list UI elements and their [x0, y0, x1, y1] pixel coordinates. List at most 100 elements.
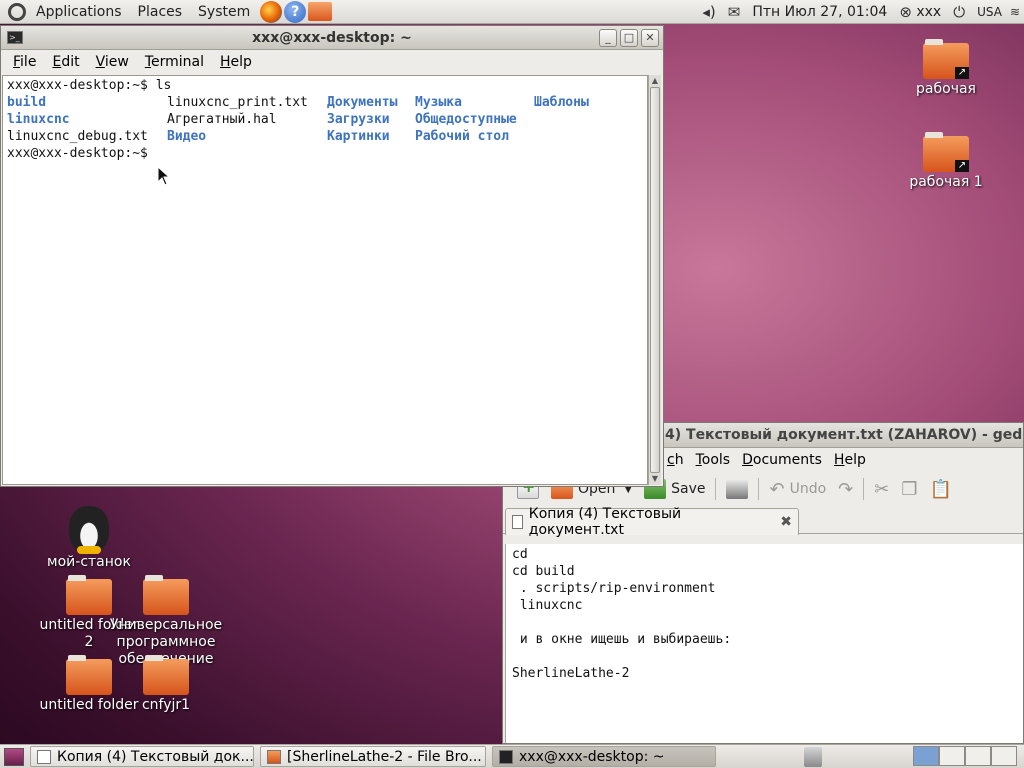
- ls-entry: Музыка: [415, 95, 462, 110]
- close-icon[interactable]: ✕: [641, 29, 659, 47]
- top-panel: Applications Places System ? ◂) ✉ Птн Ию…: [0, 0, 1024, 24]
- terminal-menu-help[interactable]: Help: [212, 54, 260, 70]
- workspace-4[interactable]: [991, 746, 1017, 766]
- workspace-switcher: [913, 746, 1017, 766]
- mouse-cursor-icon: [157, 166, 171, 186]
- undo-button[interactable]: ↶ Undo: [763, 479, 832, 500]
- text-line: [512, 614, 1023, 631]
- power-icon[interactable]: ⏻: [947, 3, 971, 21]
- applications-menu[interactable]: Applications: [28, 4, 130, 20]
- toolbar-separator: [715, 478, 717, 500]
- taskbar-item-gedit[interactable]: Копия (4) Текстовый док...: [30, 746, 254, 767]
- paste-icon[interactable]: 📋: [923, 479, 957, 500]
- mail-icon[interactable]: ✉: [722, 3, 747, 21]
- gedit-menu-help[interactable]: Help: [828, 452, 872, 468]
- system-menu[interactable]: System: [190, 4, 258, 20]
- ls-entry: Рабочий стол: [415, 129, 509, 144]
- ls-entry: Агрегатный.hal: [167, 112, 277, 127]
- ls-entry: Видео: [167, 129, 207, 144]
- window-controls: _ □ ✕: [599, 29, 659, 47]
- terminal-menu-file[interactable]: File: [5, 54, 44, 70]
- ls-entry: Картинки: [327, 129, 390, 144]
- terminal-titlebar[interactable]: >_ xxx@xxx-desktop: ~ _ □ ✕: [1, 26, 663, 50]
- copy-icon[interactable]: ❐: [895, 479, 923, 500]
- gedit-tab-row: Копия (4) Текстовый документ.txt ✖: [503, 506, 1023, 538]
- text-line: [512, 648, 1023, 665]
- taskbar-item-file-browser[interactable]: [SherlineLathe-2 - File Bro...: [260, 746, 486, 767]
- document-icon: [512, 515, 523, 529]
- help-icon[interactable]: ?: [284, 0, 307, 23]
- workspace-3[interactable]: [965, 746, 991, 766]
- document-tab-label: Копия (4) Текстовый документ.txt: [528, 506, 682, 538]
- taskbar-item-label: [SherlineLathe-2 - File Bro...: [287, 748, 482, 765]
- text-line: . scripts/rip-environment: [512, 581, 716, 596]
- user-name: xxx: [916, 4, 942, 20]
- gedit-menu-search[interactable]: ch: [661, 452, 690, 468]
- scrollbar-thumb[interactable]: [650, 87, 660, 473]
- network-icon[interactable]: ≋: [1004, 5, 1024, 19]
- ubuntu-logo-icon[interactable]: [8, 2, 26, 21]
- ls-entry: linuxcnc_print.txt: [167, 95, 308, 110]
- user-menu[interactable]: ⊗ xxx: [893, 3, 947, 21]
- desktop-icon-rabochaya[interactable]: ↗ рабочая: [891, 39, 1001, 98]
- terminal-scrollbar[interactable]: ▲ ▼: [648, 75, 661, 485]
- taskbar-item-label: xxx@xxx-desktop: ~: [519, 748, 665, 765]
- terminal-menu-terminal[interactable]: Terminal: [137, 54, 212, 70]
- desktop-icon-label: рабочая 1: [909, 174, 983, 190]
- workspace-2[interactable]: [939, 746, 965, 766]
- ls-output: build linuxcnc_print.txt Документы Музык…: [7, 94, 647, 145]
- ls-entry: Загрузки: [327, 112, 390, 127]
- cut-icon[interactable]: ✂: [868, 479, 895, 500]
- prompt-line: xxx@xxx-desktop:~$: [7, 146, 148, 161]
- gedit-text-area[interactable]: cd cd build . scripts/rip-environment li…: [505, 544, 1023, 743]
- desktop-icon-cnfyjr1[interactable]: cnfyjr1: [111, 655, 221, 714]
- desktop-icon-label: cnfyjr1: [141, 697, 191, 713]
- print-button[interactable]: [720, 479, 754, 499]
- folder-link-icon: ↗: [923, 39, 969, 79]
- desktop-icon-label: рабочая: [916, 81, 976, 97]
- desktop-icon-rabochaya-1[interactable]: ↗ рабочая 1: [891, 132, 1001, 191]
- penguin-icon: [69, 506, 109, 554]
- text-line: и в окне ищешь и выбираешь:: [512, 632, 732, 647]
- ls-entry: build: [7, 95, 47, 110]
- show-desktop-button[interactable]: [4, 747, 24, 766]
- firefox-icon[interactable]: [260, 0, 283, 23]
- ls-entry: Документы: [327, 95, 398, 110]
- gedit-menu-documents[interactable]: Documents: [736, 452, 828, 468]
- text-line: cd build: [512, 564, 575, 579]
- keyboard-layout[interactable]: USA: [971, 5, 1004, 19]
- minimize-icon[interactable]: _: [599, 29, 617, 47]
- workspace-1[interactable]: [913, 746, 939, 766]
- folder-icon: [66, 655, 112, 695]
- folder-icon: [267, 749, 281, 764]
- command: ls: [147, 78, 172, 93]
- ls-entry: Шаблоны: [534, 95, 589, 110]
- gedit-menu-tools[interactable]: Tools: [690, 452, 737, 468]
- desktop-icon-label: мой-станок: [47, 554, 131, 570]
- document-tab[interactable]: Копия (4) Текстовый документ.txt ✖: [505, 506, 799, 538]
- places-menu[interactable]: Places: [130, 4, 191, 20]
- trash-icon[interactable]: [804, 747, 822, 767]
- close-icon[interactable]: ✖: [780, 514, 792, 530]
- maximize-icon[interactable]: □: [620, 29, 638, 47]
- taskbar-item-terminal[interactable]: xxx@xxx-desktop: ~: [492, 746, 716, 767]
- save-label: Save: [671, 481, 706, 497]
- terminal-menu-edit[interactable]: Edit: [44, 54, 87, 70]
- bottom-panel: Копия (4) Текстовый док... [SherlineLath…: [0, 744, 1024, 768]
- terminal-menu-view[interactable]: View: [88, 54, 137, 70]
- folder-icon: [143, 655, 189, 695]
- ls-entry: Общедоступные: [415, 112, 517, 127]
- file-manager-icon[interactable]: [308, 2, 333, 21]
- redo-arrow-icon[interactable]: ↷: [832, 479, 859, 500]
- toolbar-separator: [758, 478, 760, 500]
- scroll-down-icon[interactable]: ▼: [649, 473, 661, 485]
- clock[interactable]: Птн Июл 27, 01:04: [746, 4, 893, 20]
- volume-icon[interactable]: ◂): [696, 3, 721, 21]
- terminal-output[interactable]: xxx@xxx-desktop:~$ ls build linuxcnc_pri…: [2, 75, 648, 485]
- terminal-title: xxx@xxx-desktop: ~: [252, 29, 412, 46]
- undo-label: Undo: [789, 481, 827, 497]
- desktop-icon-moy-stanok[interactable]: мой-станок: [34, 506, 144, 571]
- scroll-up-icon[interactable]: ▲: [649, 75, 661, 87]
- command-line: xxx@xxx-desktop:~$ ls: [7, 77, 647, 94]
- terminal-icon: [499, 749, 513, 764]
